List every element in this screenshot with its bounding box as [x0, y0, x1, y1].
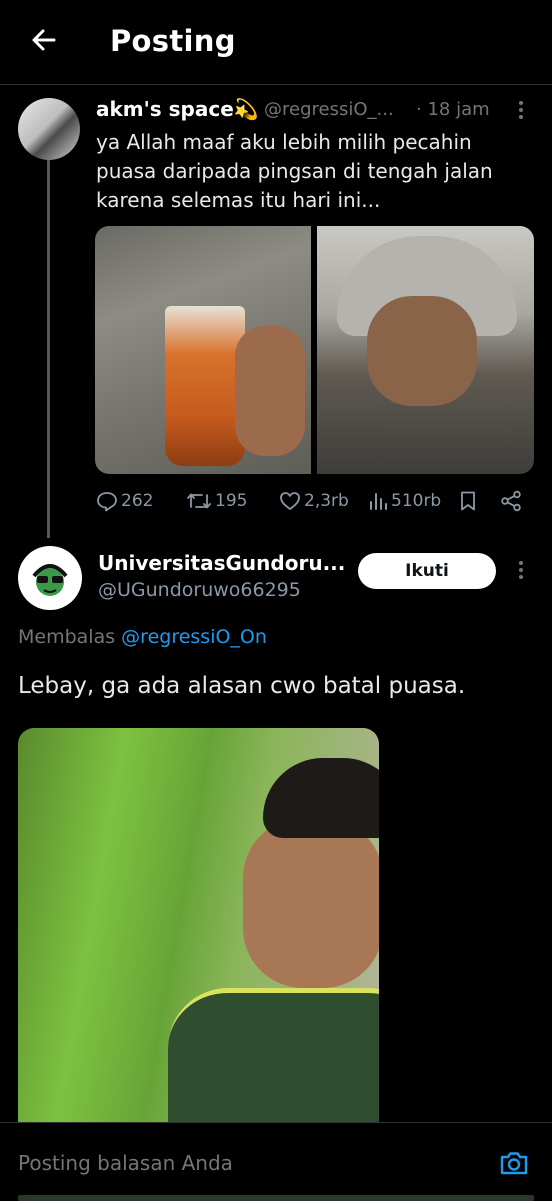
header-divider — [0, 84, 552, 85]
replying-prefix: Membalas — [18, 626, 116, 648]
hand-image — [235, 326, 305, 456]
author-handle[interactable]: @regressiO_... — [264, 99, 394, 120]
post-text-line: puasa daripada pingsan di tengah jalan — [96, 159, 493, 183]
video-face-image — [243, 818, 379, 988]
share-icon — [501, 490, 521, 512]
video-hair-image — [263, 758, 379, 838]
post-media-grid — [95, 226, 534, 474]
back-button[interactable] — [26, 22, 62, 58]
reply-author-handle[interactable]: @UGundoruwo66295 — [98, 579, 301, 601]
media-preview-strip — [18, 1195, 534, 1201]
more-options-button[interactable] — [514, 561, 528, 583]
face-image — [367, 296, 477, 406]
repost-icon — [187, 493, 211, 509]
more-vertical-icon-dot — [519, 115, 523, 119]
drink-cup-image — [165, 306, 245, 466]
post-text: ya Allah maaf aku lebih milih pecahin pu… — [96, 128, 536, 215]
bookmark-button[interactable] — [458, 486, 478, 516]
reply-button[interactable]: 262 — [96, 486, 153, 516]
post-action-bar: 262 195 2,3rb 510rb — [96, 486, 536, 516]
replying-to-label: Membalas @regressiO_On — [18, 626, 267, 648]
more-vertical-icon-dot — [519, 108, 523, 112]
more-vertical-icon-dot — [519, 568, 523, 572]
replying-mention-link[interactable]: @regressiO_On — [121, 626, 267, 648]
camera-button[interactable] — [498, 1147, 530, 1179]
reply-icon — [97, 492, 117, 512]
camera-icon — [500, 1152, 528, 1175]
reply-compose-bar: Posting balasan Anda — [0, 1122, 552, 1201]
avatar[interactable] — [18, 546, 82, 610]
post-text-line: karena selemas itu hari ini... — [96, 188, 381, 212]
repost-button[interactable]: 195 — [186, 486, 247, 516]
post-photo[interactable] — [95, 226, 311, 474]
avatar-mascot-icon — [32, 564, 68, 596]
post-timestamp[interactable]: · 18 jam — [416, 99, 490, 120]
time-separator: · — [416, 99, 422, 120]
reply-author-display-name[interactable]: UniversitasGundoru... — [98, 551, 345, 575]
thread-connector-line — [47, 160, 50, 538]
post-text-line: ya Allah maaf aku lebih milih pecahin — [96, 130, 472, 154]
follow-button[interactable]: Ikuti — [358, 553, 496, 589]
arrow-left-icon[interactable] — [26, 22, 62, 58]
post-photo[interactable] — [317, 226, 534, 474]
repost-count: 195 — [215, 491, 248, 511]
views-count: 510rb — [391, 491, 442, 511]
video-shirt-image — [168, 988, 379, 1138]
reply-text: Lebay, ga ada alasan cwo batal puasa. — [18, 673, 466, 699]
page-title: Posting — [110, 24, 236, 58]
author-display-name[interactable]: akm's space💫 — [96, 97, 259, 121]
bookmark-icon — [461, 491, 475, 511]
views-icon — [370, 493, 387, 510]
reply-count: 262 — [121, 491, 154, 511]
avatar[interactable] — [18, 98, 80, 160]
share-button[interactable] — [500, 486, 522, 516]
time-value: 18 jam — [427, 99, 490, 120]
views-button[interactable]: 510rb — [368, 486, 441, 516]
more-vertical-icon — [519, 101, 523, 105]
more-vertical-icon-dot — [519, 575, 523, 579]
more-options-button[interactable] — [514, 101, 528, 123]
like-count: 2,3rb — [304, 491, 349, 511]
heart-icon — [280, 492, 300, 510]
more-vertical-icon — [519, 561, 523, 565]
reply-media-video[interactable] — [18, 728, 379, 1138]
top-bar: Posting — [0, 0, 552, 84]
like-button[interactable]: 2,3rb — [279, 486, 349, 516]
reply-input[interactable]: Posting balasan Anda — [18, 1151, 233, 1175]
